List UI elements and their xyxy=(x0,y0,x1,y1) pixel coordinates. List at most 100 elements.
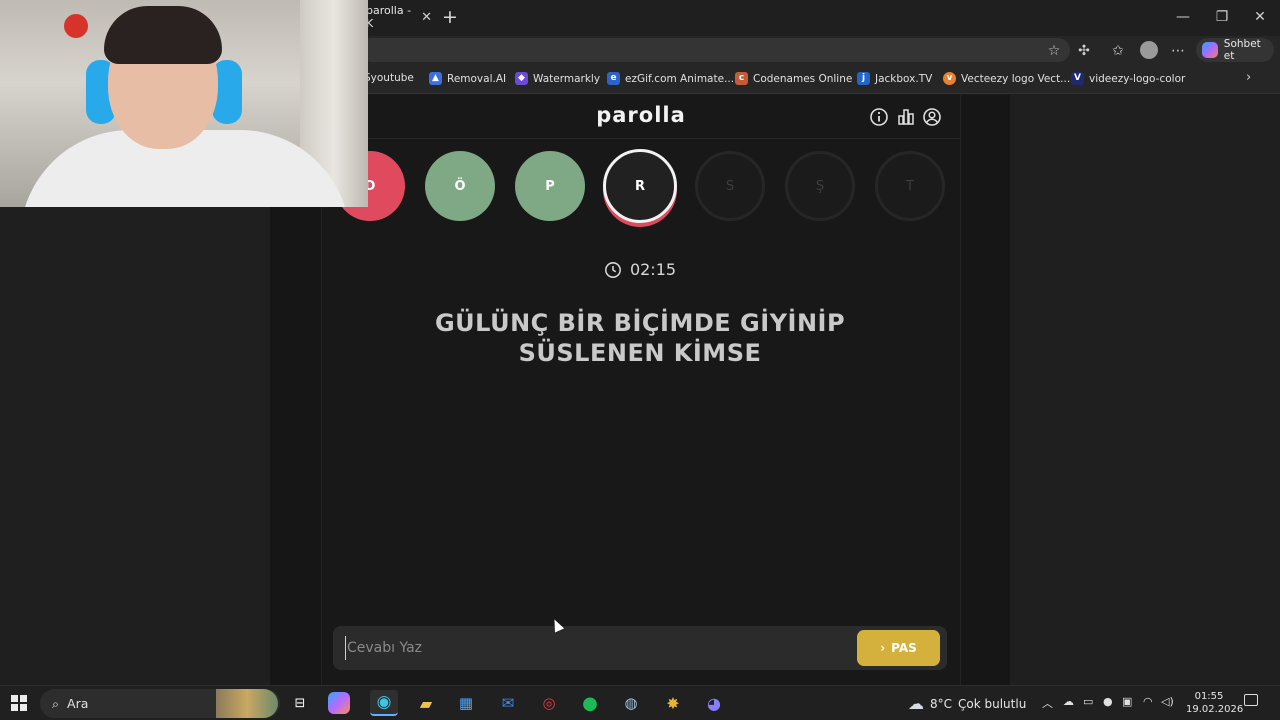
tray-battery-icon[interactable]: ▭ xyxy=(1083,695,1093,708)
bookmark-vecteezy[interactable]: v Vecteezy logo Vect... xyxy=(943,72,1070,85)
letter-char: Ş xyxy=(815,178,825,194)
game-app-icon[interactable]: ◎ xyxy=(535,690,563,716)
streamer-logo-icon xyxy=(64,14,88,38)
favorite-star-icon[interactable]: ☆ xyxy=(1043,40,1065,62)
edge-browser-icon[interactable]: ◉ xyxy=(370,690,398,716)
bookmark-jackbox[interactable]: j Jackbox.TV xyxy=(857,72,932,85)
letter-circle-s: S xyxy=(695,151,765,221)
bookmark-label: Codenames Online xyxy=(753,72,853,85)
letter-char: T xyxy=(906,178,914,194)
tab-close-icon[interactable]: ✕ xyxy=(421,10,432,25)
profile-avatar-icon[interactable] xyxy=(1140,41,1158,59)
bookmark-label: Syoutube xyxy=(364,72,414,84)
app-star-icon[interactable]: ✸ xyxy=(659,690,687,716)
bookmark-ezgif[interactable]: e ezGif.com Animate... xyxy=(607,72,734,85)
new-tab-button[interactable]: + xyxy=(440,6,460,28)
copilot-label: Sohbet et xyxy=(1223,38,1261,62)
bookmark-label: Removal.AI xyxy=(447,72,507,85)
steam-icon[interactable]: ◍ xyxy=(617,690,645,716)
tab-title: parolla - K xyxy=(366,4,412,30)
tray-chevron-up-icon[interactable]: ︿ xyxy=(1042,695,1053,711)
weather-temp: 8°C xyxy=(930,696,953,711)
file-explorer-icon[interactable]: ▰ xyxy=(412,690,440,716)
question-line-2: SÜSLENEN KİMSE xyxy=(518,339,762,367)
bookmark-codenames[interactable]: c Codenames Online xyxy=(735,72,852,85)
letter-circle-sh: Ş xyxy=(785,151,855,221)
bookmark-videezy[interactable]: V videezy-logo-color xyxy=(1071,72,1185,85)
spotify-icon[interactable]: ● xyxy=(576,690,604,716)
stats-chart-icon[interactable] xyxy=(896,107,916,127)
answer-bar: › PAS xyxy=(333,626,947,670)
close-window-button[interactable]: ✕ xyxy=(1245,6,1275,28)
tray-onedrive-icon[interactable]: ☁ xyxy=(1063,695,1074,708)
minimize-button[interactable]: — xyxy=(1168,6,1198,28)
bookmark-label: Jackbox.TV xyxy=(875,72,933,85)
weather-widget[interactable]: ☁ 8°C Çok bulutlu xyxy=(908,694,1026,713)
search-icon: ⌕ xyxy=(52,695,60,711)
removal-ai-icon: ▲ xyxy=(429,72,442,85)
letter-char: P xyxy=(545,178,555,194)
favorites-icon[interactable]: ✩ xyxy=(1107,40,1129,62)
address-field[interactable] xyxy=(360,38,1070,62)
bookmark-watermarkly[interactable]: ◆ Watermarkly xyxy=(515,72,600,85)
weather-text: Çok bulutlu xyxy=(958,696,1027,711)
bookmark-syoutube[interactable]: Syoutube xyxy=(364,72,414,84)
restore-button[interactable]: ❐ xyxy=(1207,6,1237,28)
cloud-icon: ☁ xyxy=(908,694,924,713)
discord-icon[interactable]: ◕ xyxy=(700,690,728,716)
bookmarks-overflow-chevron-icon[interactable]: › xyxy=(1246,70,1251,85)
timer: 02:15 xyxy=(0,260,1280,279)
copilot-icon xyxy=(1202,42,1218,58)
more-menu-icon[interactable]: ⋯ xyxy=(1167,40,1189,62)
tray-display-icon[interactable]: ▣ xyxy=(1122,695,1132,708)
info-icon[interactable] xyxy=(869,107,889,127)
taskbar-search[interactable]: ⌕ Ara xyxy=(40,689,280,718)
user-profile-icon[interactable] xyxy=(922,107,942,127)
game-header: parolla xyxy=(321,95,961,139)
codenames-icon: c xyxy=(735,72,748,85)
tray-volume-icon[interactable]: ◁) xyxy=(1161,695,1174,708)
bookmark-label: videezy-logo-color xyxy=(1089,72,1186,85)
letter-circle-t: T xyxy=(875,151,945,221)
notification-icon[interactable] xyxy=(1244,694,1258,706)
tray-wifi-icon[interactable]: ◠ xyxy=(1143,695,1153,708)
bookmark-label: Vecteezy logo Vect... xyxy=(961,72,1071,85)
bookmark-label: ezGif.com Animate... xyxy=(625,72,735,85)
vecteezy-icon: v xyxy=(943,72,956,85)
shield-icon: ◆ xyxy=(515,72,528,85)
bookmark-removal-ai[interactable]: ▲ Removal.AI xyxy=(429,72,506,85)
right-empty-panel xyxy=(1010,95,1280,685)
answer-input[interactable] xyxy=(345,636,845,660)
search-label: Ara xyxy=(67,696,89,711)
letter-char: Ö xyxy=(454,178,466,194)
question-text: GÜLÜNÇ BİR BİÇİMDE GİYİNİP SÜSLENEN KİMS… xyxy=(430,308,850,368)
parolla-logo: parolla xyxy=(596,103,686,127)
microsoft-store-icon[interactable]: ▦ xyxy=(452,690,480,716)
webcam-person-hair xyxy=(104,6,222,64)
browser-tab[interactable]: parolla - K ✕ xyxy=(360,2,432,32)
videezy-icon: V xyxy=(1071,72,1084,85)
taskbar: ⌕ Ara ⊟ ◉ ▰ ▦ ✉ ◎ ● ◍ ✸ ◕ ☁ 8°C Çok bulu… xyxy=(0,685,1280,720)
timer-value: 02:15 xyxy=(629,260,677,279)
extensions-icon[interactable]: ✣ xyxy=(1073,40,1095,62)
copilot-app-icon[interactable] xyxy=(328,692,350,714)
jackbox-icon: j xyxy=(857,72,870,85)
task-view-icon[interactable]: ⊟ xyxy=(286,690,314,716)
ezgif-icon: e xyxy=(607,72,620,85)
copilot-button[interactable]: Sohbet et xyxy=(1196,38,1274,62)
tray-mic-icon[interactable]: ● xyxy=(1103,695,1113,708)
clock-date: 19.02.2026 xyxy=(1186,704,1244,715)
chevron-right-icon: › xyxy=(880,641,886,655)
letter-circle-o: Ö xyxy=(425,151,495,221)
pass-button[interactable]: › PAS xyxy=(857,630,940,666)
taskbar-clock[interactable]: 01:55 19.02.2026 xyxy=(1186,690,1244,716)
letter-char: S xyxy=(725,178,735,194)
bookmark-label: Watermarkly xyxy=(533,72,601,85)
clock-icon xyxy=(604,261,621,278)
mail-icon[interactable]: ✉ xyxy=(494,690,522,716)
webcam-overlay xyxy=(0,0,368,207)
letter-circle-p: P xyxy=(515,151,585,221)
question-line-1: GÜLÜNÇ BİR BİÇİMDE GİYİNİP xyxy=(434,309,846,337)
windows-start-icon[interactable] xyxy=(11,695,27,711)
clock-time: 01:55 xyxy=(1194,691,1224,702)
